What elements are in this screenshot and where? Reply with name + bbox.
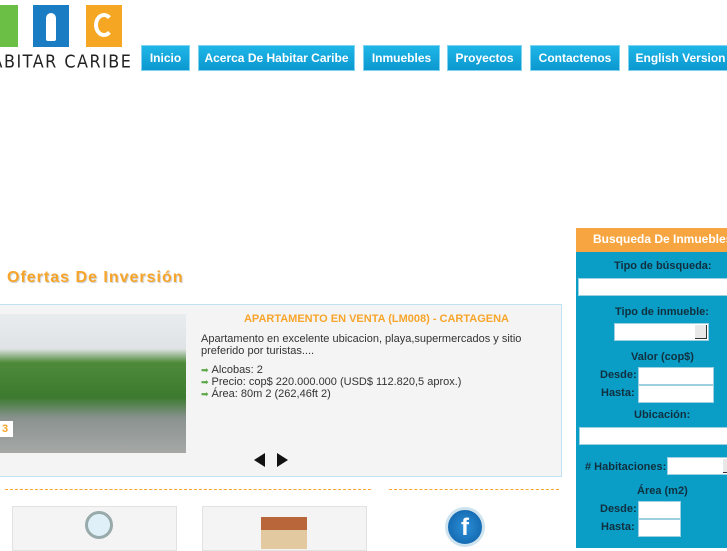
search-panel-title: Busqueda De Inmuebles	[576, 228, 727, 252]
nav-acerca[interactable]: Acerca De Habitar Caribe	[198, 45, 355, 71]
nav-contactenos[interactable]: Contactenos	[530, 45, 620, 71]
house-icon	[261, 517, 307, 549]
label-valor-hasta: Hasta:	[601, 387, 635, 399]
offer-title[interactable]: APARTAMENTO EN VENTA (LM008) - CARTAGENA	[199, 313, 554, 325]
nav-inmuebles[interactable]: Inmuebles	[363, 45, 440, 71]
feature-item: ➡ Área: 80m 2 (262,46ft 2)	[201, 388, 331, 400]
label-valor-desde: Desde:	[600, 369, 637, 381]
logo-text: HABITAR CARIBE	[0, 51, 133, 72]
area-desde-input[interactable]	[638, 501, 681, 519]
label-area-hasta: Hasta:	[601, 521, 635, 533]
facebook-icon[interactable]: f	[445, 507, 485, 547]
label-tipo-inmueble: Tipo de inmueble:	[615, 306, 709, 318]
ubicacion-input[interactable]	[579, 427, 727, 445]
area-hasta-input[interactable]	[638, 519, 681, 537]
search-link-box[interactable]	[12, 506, 177, 551]
label-habitaciones: # Habitaciones:	[585, 461, 667, 473]
feature-text: Alcobas: 2	[211, 364, 263, 376]
label-tipo-busqueda: Tipo de búsqueda:	[614, 260, 712, 272]
tipo-inmueble-select[interactable]	[614, 323, 709, 341]
logo[interactable]: HABITAR CARIBE	[0, 0, 131, 75]
prev-arrow-icon[interactable]	[254, 453, 265, 467]
tipo-busqueda-select[interactable]	[578, 278, 727, 296]
nav-inicio[interactable]: Inicio	[141, 45, 190, 71]
label-area: Área (m2)	[637, 485, 688, 497]
divider	[389, 489, 559, 490]
slide-number[interactable]: 3	[0, 421, 13, 437]
nav-proyectos[interactable]: Proyectos	[447, 45, 522, 71]
offer-slider: 3 APARTAMENTO EN VENTA (LM008) - CARTAGE…	[0, 304, 562, 477]
feature-text: Área: 80m 2 (262,46ft 2)	[211, 388, 331, 400]
chevron-down-icon	[723, 459, 727, 473]
offer-description: Apartamento en excelente ubicacion, play…	[201, 333, 522, 357]
nav-english-version[interactable]: English Version	[628, 45, 727, 71]
logo-palm-tile	[0, 5, 18, 47]
valor-desde-input[interactable]	[638, 367, 714, 385]
property-photo[interactable]	[0, 314, 186, 453]
magnifier-icon	[85, 511, 113, 539]
logo-tower-tile	[33, 5, 69, 47]
valor-hasta-input[interactable]	[638, 385, 714, 403]
chevron-down-icon	[695, 325, 707, 339]
label-ubicacion: Ubicación:	[634, 409, 691, 421]
feature-item: ➡ Alcobas: 2	[201, 364, 263, 376]
properties-link-box[interactable]	[202, 506, 367, 551]
next-arrow-icon[interactable]	[277, 453, 288, 467]
offers-heading: Ofertas De Inversión	[7, 269, 184, 286]
habitaciones-select[interactable]	[667, 457, 727, 475]
arrow-bullet-icon: ➡	[201, 365, 209, 375]
property-search-panel: Busqueda De Inmuebles Tipo de búsqueda: …	[576, 228, 727, 548]
feature-item: ➡ Precio: cop$ 220.000.000 (USD$ 112.820,…	[201, 376, 461, 388]
feature-text: Precio: cop$ 220.000.000 (USD$ 112.820,5…	[211, 376, 462, 388]
divider	[5, 489, 371, 490]
logo-wave-tile	[86, 5, 122, 47]
label-valor: Valor (cop$)	[631, 351, 694, 363]
arrow-bullet-icon: ➡	[201, 389, 209, 399]
arrow-bullet-icon: ➡	[201, 377, 209, 387]
label-area-desde: Desde:	[600, 503, 637, 515]
